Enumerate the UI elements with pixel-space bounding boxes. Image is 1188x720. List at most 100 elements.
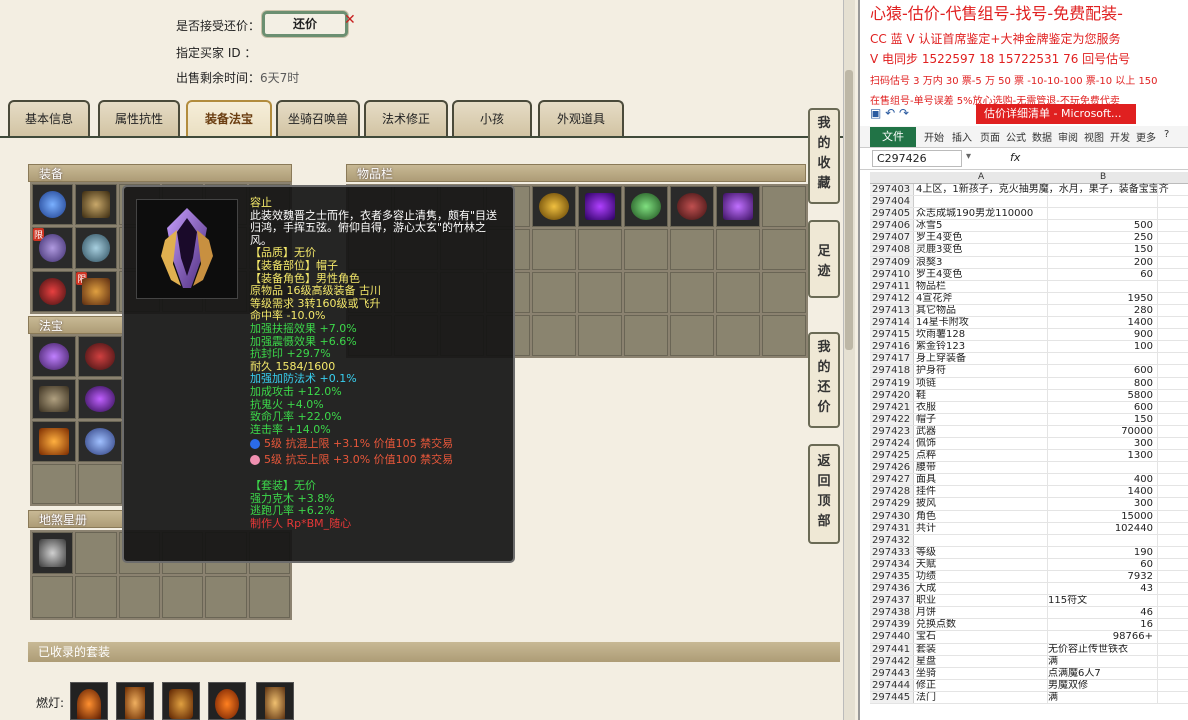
cell-b[interactable] — [1048, 353, 1158, 365]
cell-b[interactable]: 300 — [1048, 498, 1158, 510]
sheet-row[interactable]: 297436 大成 43 — [870, 583, 1188, 596]
nav-my-favorites[interactable]: 我的收藏 — [808, 108, 840, 204]
cell-b[interactable]: 70000 — [1048, 425, 1158, 437]
cell-a[interactable]: 面具 — [914, 474, 1048, 486]
inventory-slot[interactable] — [716, 272, 760, 313]
cell-a[interactable]: 腰带 — [914, 462, 1048, 474]
cell-b[interactable]: 115符文 — [1048, 595, 1158, 607]
row-number[interactable]: 297431 — [870, 522, 914, 534]
row-number[interactable]: 297433 — [870, 546, 914, 558]
cell-a[interactable]: 项链 — [914, 377, 1048, 389]
cell-a[interactable]: 武器 — [914, 425, 1048, 437]
sheet-row[interactable]: 297437 职业 115符文 — [870, 595, 1188, 608]
sheet-row[interactable]: 297445 法门满 — [870, 691, 1188, 705]
sheet-row[interactable]: 297426 腰带 — [870, 462, 1188, 475]
treasure-slot[interactable] — [32, 378, 76, 419]
sheet-row[interactable]: 297409 浪獒3 200 — [870, 256, 1188, 269]
cell-a[interactable]: 4上区，1新孩子，克火抽男魔，水月，果子，装备宝宝齐 — [914, 184, 1169, 196]
sheet-row[interactable]: 297423 武器 70000 — [870, 425, 1188, 438]
sheet-row[interactable]: 297413 其它物品 280 — [870, 304, 1188, 318]
cell-a[interactable]: 灵鹿3变色 — [914, 244, 1048, 256]
cell-b[interactable] — [1048, 534, 1158, 546]
row-number[interactable]: 297415 — [870, 329, 914, 341]
lamp-item[interactable] — [256, 682, 294, 720]
cell-c[interactable] — [1158, 184, 1188, 195]
row-number[interactable]: 297420 — [870, 389, 914, 401]
sheet-row[interactable]: 297431 共计 102440 — [870, 522, 1188, 535]
cell-c[interactable] — [1158, 281, 1188, 292]
inventory-slot[interactable] — [624, 315, 668, 356]
row-number[interactable]: 297429 — [870, 498, 914, 510]
cell-b[interactable]: 150 — [1048, 413, 1158, 425]
row-number[interactable]: 297434 — [870, 558, 914, 570]
sheet-row[interactable]: 297407 罗王4变色 250 — [870, 232, 1188, 245]
cell-a[interactable] — [914, 534, 1048, 546]
nav-back-to-top[interactable]: 返回顶部 — [808, 444, 840, 544]
sheet-row[interactable]: 297439 兑换点数 16 — [870, 619, 1188, 632]
cell-b[interactable] — [1048, 280, 1158, 292]
cell-c[interactable] — [1158, 595, 1188, 606]
cell-a[interactable]: 罗王4变色 — [914, 232, 1048, 244]
row-number[interactable]: 297442 — [870, 655, 914, 667]
cell-b[interactable]: 5800 — [1048, 389, 1158, 401]
sheet-row[interactable]: 297429 披风 300 — [870, 498, 1188, 511]
inventory-slot[interactable] — [578, 315, 622, 356]
equip-slot[interactable]: 限 — [75, 270, 117, 312]
cell-a[interactable]: 角色 — [914, 510, 1048, 522]
inventory-slot[interactable] — [532, 186, 576, 227]
sheet-row[interactable]: 297422 帽子 150 — [870, 413, 1188, 426]
cell-a[interactable]: 罗王4变色 — [914, 268, 1048, 280]
row-number[interactable]: 297417 — [870, 353, 914, 365]
cell-c[interactable] — [1158, 535, 1188, 546]
row-number[interactable]: 297414 — [870, 317, 914, 329]
cell-a[interactable]: 众志成城190男龙110000 — [914, 208, 1048, 220]
cell-a[interactable]: 修正 — [914, 679, 1048, 691]
cell-c[interactable] — [1158, 402, 1188, 413]
cell-c[interactable] — [1158, 668, 1188, 679]
lamp-item[interactable] — [208, 682, 246, 720]
inventory-slot[interactable] — [578, 229, 622, 270]
row-number[interactable]: 297418 — [870, 365, 914, 377]
cell-a[interactable]: 其它物品 — [914, 304, 1048, 317]
cell-a[interactable]: 星盘 — [914, 655, 1048, 667]
cell-a[interactable]: 法门 — [914, 691, 1048, 704]
equip-slot[interactable] — [32, 184, 74, 226]
cell-c[interactable] — [1158, 293, 1188, 304]
cell-b[interactable]: 150 — [1048, 244, 1158, 256]
cell-c[interactable] — [1158, 305, 1188, 316]
treasure-slot[interactable] — [32, 336, 76, 377]
close-icon[interactable]: ✕ — [344, 12, 356, 28]
cell-b[interactable]: 男魔双修 — [1048, 679, 1158, 691]
tab-spell-correction[interactable]: 法术修正 — [364, 100, 448, 136]
tab-basic-info[interactable]: 基本信息 — [8, 100, 90, 136]
file-tab[interactable]: 文件 — [870, 127, 916, 147]
lamp-item[interactable] — [70, 682, 108, 720]
tab-children[interactable]: 小孩 — [452, 100, 532, 136]
cell-a[interactable]: 套装 — [914, 643, 1048, 655]
sheet-row[interactable]: 297438 月饼 46 — [870, 607, 1188, 620]
sheet-row[interactable]: 297419 项链 800 — [870, 377, 1188, 390]
cell-c[interactable] — [1158, 692, 1188, 703]
cell-a[interactable]: 紫金铃123 — [914, 341, 1048, 353]
cell-b[interactable]: 800 — [1048, 377, 1158, 389]
cell-c[interactable] — [1158, 607, 1188, 618]
cell-c[interactable] — [1158, 257, 1188, 268]
menu-formula[interactable]: 公式 — [1006, 129, 1026, 144]
cell-b[interactable]: 16 — [1048, 619, 1158, 631]
fx-icon[interactable]: fx — [1010, 151, 1020, 164]
treasure-slot[interactable] — [32, 463, 76, 504]
cell-b[interactable]: 98766+ — [1048, 631, 1158, 643]
inventory-slot[interactable] — [716, 315, 760, 356]
star-book-slot[interactable] — [161, 576, 204, 618]
cell-c[interactable] — [1158, 644, 1188, 655]
row-number[interactable]: 297439 — [870, 619, 914, 631]
sheet-row[interactable]: 297435 功绩 7932 — [870, 571, 1188, 584]
sheet-row[interactable]: 297434 天赋 60 — [870, 558, 1188, 571]
inventory-slot[interactable] — [624, 186, 668, 227]
cell-b[interactable]: 7932 — [1048, 571, 1158, 583]
column-b-header[interactable]: B — [1100, 172, 1106, 182]
cell-c[interactable] — [1158, 631, 1188, 642]
inventory-slot[interactable] — [762, 315, 806, 356]
sheet-row[interactable]: 297442 星盘满 — [870, 655, 1188, 668]
inventory-slot[interactable] — [578, 272, 622, 313]
